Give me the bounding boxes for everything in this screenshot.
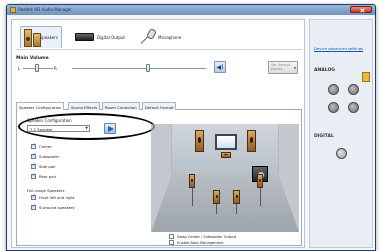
checkbox-label: Enable Bass Management (177, 240, 224, 245)
volume-track (72, 68, 206, 69)
balance-slider-thumb[interactable] (35, 64, 39, 72)
tab-sound-effects[interactable]: Sound Effects (68, 102, 101, 110)
speaker-configuration-value: 7.1 Speaker (30, 127, 53, 132)
checkbox-swap-center-subwoofer[interactable]: Swap Center / Subwoofer Output (169, 234, 236, 239)
title-bar: Realtek HD Audio Manager (7, 5, 375, 15)
speaker-stand (260, 188, 261, 206)
checkbox-box (169, 240, 174, 245)
checkbox-box (31, 153, 36, 159)
checkbox-center[interactable]: Center (31, 143, 52, 149)
tab-default-format[interactable]: Default Format (142, 102, 177, 110)
checkbox-label: Surround speakers (39, 205, 75, 210)
side-right-speaker[interactable] (257, 174, 263, 188)
rear-right-speaker[interactable] (233, 190, 240, 204)
speaker-stand (216, 204, 217, 214)
front-left-speaker[interactable] (195, 130, 204, 152)
rear-left-speaker[interactable] (213, 190, 220, 204)
digital-label: DIGITAL (314, 134, 334, 139)
device-advanced-settings-link[interactable]: Device advanced settings (314, 46, 370, 51)
front-right-speaker[interactable] (247, 130, 256, 152)
checkbox-enable-bass-management[interactable]: Enable Bass Management (169, 240, 224, 245)
main-panel: Speakers Digital Output Microphone Main … (11, 19, 305, 248)
checkbox-box (31, 204, 36, 210)
folder-icon[interactable] (362, 72, 370, 82)
analog-jack[interactable] (348, 102, 359, 113)
digital-jack[interactable] (336, 148, 347, 159)
device-tabs: Speakers Digital Output Microphone (16, 24, 302, 50)
checkbox-box (169, 234, 174, 239)
analog-jack[interactable] (348, 84, 359, 95)
checkbox-subwoofer[interactable]: Subwoofer (31, 153, 60, 159)
close-button[interactable] (350, 6, 372, 13)
analog-label: ANALOG (314, 68, 335, 73)
speaker-room-diagram (151, 124, 299, 232)
checkbox-label: Rear pair (39, 174, 57, 179)
checkbox-label: Swap Center / Subwoofer Output (177, 234, 237, 239)
digital-output-icon (75, 33, 94, 41)
checkbox-side-pair[interactable]: Side pair (31, 163, 56, 169)
speaker-configuration-select[interactable]: 7.1 Speaker ▼ (27, 125, 90, 132)
center-speaker[interactable] (221, 152, 231, 158)
checkbox-label: Center (39, 144, 52, 149)
checkbox-front-left-right[interactable]: Front left and right (31, 194, 75, 200)
speaker-configuration-panel: Speaker Configuration 7.1 Speaker ▼ Cent… (16, 110, 302, 246)
balance-left-label: L (18, 66, 21, 71)
chevron-down-icon: ▼ (85, 126, 88, 130)
checkbox-label: Front left and right (39, 195, 75, 200)
checkbox-box (31, 163, 36, 169)
app-icon (10, 7, 16, 13)
checkbox-label: Subwoofer (39, 154, 60, 159)
speakers-icon (24, 28, 41, 47)
main-volume-label: Main Volume (16, 56, 49, 61)
speaker-configuration-label: Speaker Configuration (27, 118, 72, 123)
checkbox-surround-speakers[interactable]: Surround speakers (31, 204, 75, 210)
tab-label: Microphone (158, 34, 182, 40)
sub-tabs: Speaker Configuration Sound Effects Room… (16, 102, 302, 111)
checkbox-box (31, 173, 36, 179)
tab-microphone[interactable]: Microphone (136, 26, 188, 48)
speaker-volume-icon: ◀) (216, 63, 224, 71)
analog-jack[interactable] (328, 84, 339, 95)
set-default-label: Set Default Device (271, 63, 291, 71)
checkbox-box (31, 194, 36, 200)
app-window: Realtek HD Audio Manager Speakers Digita… (6, 4, 376, 251)
checkbox-label: Side pair (39, 164, 56, 169)
checkbox-rear-pair[interactable]: Rear pair (31, 173, 57, 179)
window-title: Realtek HD Audio Manager (18, 7, 72, 12)
tab-digital-output[interactable]: Digital Output (72, 26, 128, 48)
side-left-speaker[interactable] (189, 174, 195, 188)
tab-room-correction[interactable]: Room Correction (102, 102, 140, 110)
volume-slider-thumb[interactable] (146, 64, 150, 72)
client-area: Speakers Digital Output Microphone Main … (7, 15, 375, 250)
tab-speakers[interactable]: Speakers (20, 26, 62, 48)
mute-button[interactable]: ◀) (214, 61, 226, 73)
tab-label: Digital Output (96, 34, 125, 40)
play-test-button[interactable] (104, 123, 116, 134)
main-volume-section: Main Volume L R ◀) Set Default Device ▼ (16, 54, 302, 80)
room-floor (151, 174, 299, 232)
analog-jack[interactable] (328, 102, 339, 113)
jack-panel: Device advanced settings ANALOG DIGITAL (309, 19, 373, 248)
checkbox-box (31, 143, 36, 149)
balance-right-label: R (54, 66, 57, 71)
monitor-icon (215, 134, 237, 150)
tab-label: Speakers (39, 35, 58, 40)
chevron-down-icon: ▼ (293, 66, 296, 70)
microphone-icon (139, 28, 155, 46)
speaker-stand (236, 204, 237, 214)
set-default-device-dropdown[interactable]: Set Default Device ▼ (268, 61, 298, 74)
full-range-speakers-label: Full-range Speakers (27, 188, 65, 193)
speaker-stand (192, 188, 193, 206)
